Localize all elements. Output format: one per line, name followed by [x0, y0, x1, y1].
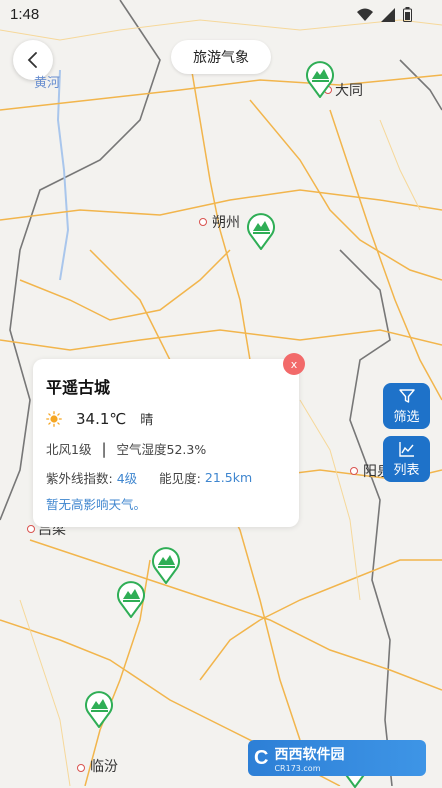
wifi-icon: [357, 8, 373, 21]
temperature-value: 34.1℃: [76, 409, 127, 428]
status-time: 1:48: [10, 6, 40, 23]
scenic-spot-marker[interactable]: [246, 210, 276, 250]
temperature-row: 34.1℃ 晴: [46, 409, 153, 428]
city-dot: [27, 525, 35, 533]
watermark-logo: C 西西软件园 CR173.com: [248, 740, 426, 776]
status-bar: 1:48: [0, 0, 442, 30]
watermark-text: 西西软件园 CR173.com: [274, 744, 344, 773]
wind-value: 北风1级: [46, 442, 92, 457]
city-label-datong: 大同: [335, 83, 363, 99]
list-label: 列表: [393, 462, 420, 478]
uv-label: 紫外线指数:: [46, 471, 113, 486]
watermark-logo-mark: C: [254, 746, 269, 769]
page-title: 旅游气象: [171, 40, 271, 74]
scenic-spot-marker[interactable]: [116, 578, 146, 618]
watermark-name: 西西软件园: [274, 746, 345, 763]
scenic-spot-marker[interactable]: [84, 688, 114, 728]
city-dot: [199, 218, 207, 226]
chart-list-icon: [398, 441, 414, 457]
close-card-button[interactable]: x: [283, 353, 305, 375]
city-dot: [350, 467, 358, 475]
signal-icon: [381, 7, 395, 22]
status-icons: [357, 7, 412, 22]
wind-humidity-row: 北风1级 | 空气湿度52.3%: [46, 439, 206, 458]
scenic-spot-marker[interactable]: [151, 544, 181, 584]
visibility-value: 21.5km: [204, 470, 253, 485]
weather-info-card: 平遥古城 34.1℃ 晴 北风1级 | 空气湿度52.3% 紫外线指数: 4级 …: [33, 359, 299, 527]
weather-condition: 晴: [140, 413, 154, 428]
city-label-linfen: 临汾: [90, 759, 118, 775]
scenic-spot-marker[interactable]: [305, 58, 335, 98]
list-button[interactable]: 列表: [383, 436, 430, 482]
humidity-value: 空气湿度52.3%: [116, 442, 207, 457]
chevron-left-icon: [27, 52, 37, 68]
spot-name: 平遥古城: [46, 378, 111, 397]
visibility-label: 能见度:: [159, 471, 201, 486]
city-dot: [77, 764, 85, 772]
city-label-shuozhou: 朔州: [212, 215, 240, 231]
filter-button[interactable]: 筛选: [383, 383, 430, 429]
uv-value: 4级: [116, 471, 138, 486]
divider: |: [101, 439, 107, 458]
battery-icon: [403, 7, 412, 22]
weather-note: 暂无高影响天气。: [46, 497, 147, 512]
filter-label: 筛选: [393, 409, 420, 425]
filter-icon: [398, 388, 415, 403]
river-label: 黄河: [34, 76, 61, 91]
watermark-url: CR173.com: [274, 763, 321, 773]
sun-icon: [46, 410, 62, 427]
uv-visibility-row: 紫外线指数: 4级 能见度: 21.5km: [46, 468, 252, 487]
